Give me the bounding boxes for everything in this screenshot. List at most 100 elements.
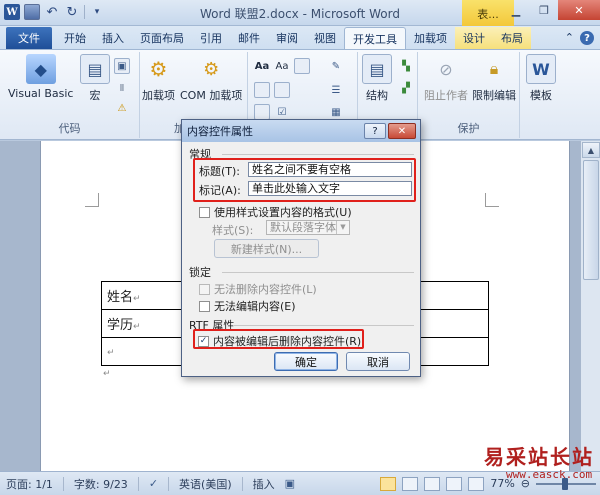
style-select[interactable]: 默认段落字体 ▼ <box>266 220 350 235</box>
tag-input[interactable]: 单击此处输入文字 <box>248 181 412 196</box>
use-style-option[interactable]: 使用样式设置内容的格式(U) <box>199 204 352 220</box>
schema-icon[interactable]: ▚ <box>398 58 414 74</box>
section-divider <box>222 154 414 155</box>
cannot-edit-option[interactable]: 无法编辑内容(E) <box>199 298 296 314</box>
section-divider <box>222 272 414 273</box>
quick-access-toolbar: W ↶ ↻ ▾ <box>4 4 105 20</box>
minimize-ribbon-icon[interactable]: ⌃ <box>565 31 574 45</box>
status-separator <box>241 476 243 491</box>
minimize-button[interactable]: ▁ <box>502 0 530 20</box>
transform-icon[interactable]: ▞ <box>398 80 414 96</box>
scroll-up-icon[interactable]: ▲ <box>582 142 600 158</box>
structure-button[interactable]: ▤ 结构 <box>362 54 392 103</box>
zoom-slider[interactable] <box>536 477 596 490</box>
macro-record-icon[interactable]: ▣ <box>285 477 295 490</box>
table-cell-empty[interactable]: ↵ <box>101 337 182 366</box>
tag-field-label: 标记(A): <box>199 184 241 197</box>
building-block-control-icon[interactable] <box>254 104 270 120</box>
tab-insert[interactable]: 插入 <box>94 27 132 49</box>
tab-file[interactable]: 文件 <box>6 27 52 49</box>
cannot-edit-checkbox[interactable] <box>199 300 210 312</box>
picture-control-icon[interactable] <box>294 58 310 74</box>
cannot-delete-option[interactable]: 无法删除内容控件(L) <box>199 281 317 297</box>
word-count[interactable]: 字数: 9/23 <box>74 476 128 492</box>
design-mode-icon[interactable]: ✎ <box>328 58 344 74</box>
dialog-body: 常规 标题(T): 姓名之间不要有空格 标记(A): 单击此处输入文字 使用样式… <box>182 142 420 378</box>
qat-separator <box>84 5 85 19</box>
draft-view-icon[interactable] <box>468 476 485 491</box>
print-layout-view-icon[interactable] <box>380 476 397 491</box>
tab-view[interactable]: 视图 <box>306 27 344 49</box>
code-group-label: 代码 <box>58 122 81 135</box>
use-style-checkbox[interactable] <box>199 206 210 218</box>
tab-addins[interactable]: 加载项 <box>406 27 455 49</box>
tab-review[interactable]: 审阅 <box>268 27 306 49</box>
plain-text-control-icon[interactable]: Aa <box>274 58 290 74</box>
dialog-title-bar: 内容控件属性 ? ✕ <box>182 120 420 142</box>
scroll-thumb[interactable] <box>583 160 599 280</box>
language-indicator[interactable]: 英语(美国) <box>179 476 232 492</box>
tab-design[interactable]: 设计 <box>455 27 493 49</box>
status-separator <box>62 476 64 491</box>
web-layout-view-icon[interactable] <box>424 476 441 491</box>
end-paragraph-mark: ↵ <box>103 369 111 379</box>
proofing-icon[interactable]: ✓ <box>149 477 158 490</box>
cancel-button[interactable]: 取消 <box>346 352 410 371</box>
group-icon[interactable]: ▦ <box>328 104 344 120</box>
macro-security-icon[interactable]: ⚠ <box>114 100 130 116</box>
com-addins-icon: ⚙ <box>203 58 220 80</box>
table-cell-name[interactable]: 姓名↵ <box>101 281 182 310</box>
page-count[interactable]: 页面: 1/1 <box>6 476 53 492</box>
close-window-button[interactable]: ✕ <box>558 0 600 20</box>
com-addins-label: COM 加载项 <box>180 89 243 102</box>
restore-button[interactable]: ❐ <box>530 0 558 20</box>
redo-icon[interactable]: ↻ <box>64 4 80 20</box>
macro-button[interactable]: ▤ 宏 <box>80 54 110 103</box>
protect-group-label: 保护 <box>457 122 480 135</box>
undo-icon[interactable]: ↶ <box>44 4 60 20</box>
properties-icon[interactable]: ☰ <box>328 82 344 98</box>
tab-home[interactable]: 开始 <box>56 27 94 49</box>
dialog-close-button[interactable]: ✕ <box>388 123 416 139</box>
ok-button[interactable]: 确定 <box>274 352 338 371</box>
checkbox-control-icon[interactable]: ☑ <box>274 104 290 120</box>
template-button[interactable]: W 模板 <box>526 54 556 103</box>
table-cell-education[interactable]: 学历↵ <box>101 309 182 338</box>
outline-view-icon[interactable] <box>446 476 463 491</box>
pause-recording-icon[interactable]: Ⅱ <box>114 80 130 96</box>
tab-references[interactable]: 引用 <box>192 27 230 49</box>
title-input[interactable]: 姓名之间不要有空格 <box>248 162 412 177</box>
tab-layout[interactable]: 布局 <box>493 27 531 49</box>
tab-page-layout[interactable]: 页面布局 <box>132 27 192 49</box>
tab-mailings[interactable]: 邮件 <box>230 27 268 49</box>
save-icon[interactable] <box>24 4 40 20</box>
chevron-down-icon: ▼ <box>336 221 349 234</box>
full-screen-view-icon[interactable] <box>402 476 419 491</box>
visual-basic-button[interactable]: ◆ Visual Basic <box>8 54 73 100</box>
block-authors-button[interactable]: ⊘ 阻止作者 <box>424 54 468 103</box>
tab-developer[interactable]: 开发工具 <box>344 27 406 49</box>
help-icon[interactable]: ? <box>580 31 594 45</box>
ribbon-right-icons: ⌃ ? <box>565 31 600 49</box>
new-style-button[interactable]: 新建样式(N)... <box>214 239 319 258</box>
structure-icon: ▤ <box>362 54 392 84</box>
remove-after-edit-option[interactable]: ✓ 内容被编辑后删除内容控件(R) <box>198 333 361 349</box>
addins-button[interactable]: ⚙ 加载项 <box>142 54 175 103</box>
customize-qat-icon[interactable]: ▾ <box>89 4 105 20</box>
remove-after-edit-checkbox[interactable]: ✓ <box>198 335 209 347</box>
dropdown-control-icon[interactable] <box>274 82 290 98</box>
style-field-label: 样式(S): <box>212 224 254 237</box>
com-addins-button[interactable]: ⚙ COM 加载项 <box>180 54 242 103</box>
rich-text-control-icon[interactable]: Aa <box>254 58 270 74</box>
insert-mode-indicator[interactable]: 插入 <box>253 476 275 492</box>
record-macro-icon[interactable]: ▣ <box>114 58 130 74</box>
combo-box-control-icon[interactable] <box>254 82 270 98</box>
word-app-icon[interactable]: W <box>4 4 20 20</box>
dialog-title: 内容控件属性 <box>187 125 253 138</box>
title-field-label: 标题(T): <box>199 165 241 178</box>
cannot-delete-checkbox[interactable] <box>199 283 210 295</box>
template-icon: W <box>526 54 556 84</box>
dialog-help-button[interactable]: ? <box>364 123 386 139</box>
restrict-editing-button[interactable]: 🔒︎ 限制编辑 <box>472 54 516 103</box>
vertical-scrollbar[interactable]: ▲ <box>580 141 600 471</box>
